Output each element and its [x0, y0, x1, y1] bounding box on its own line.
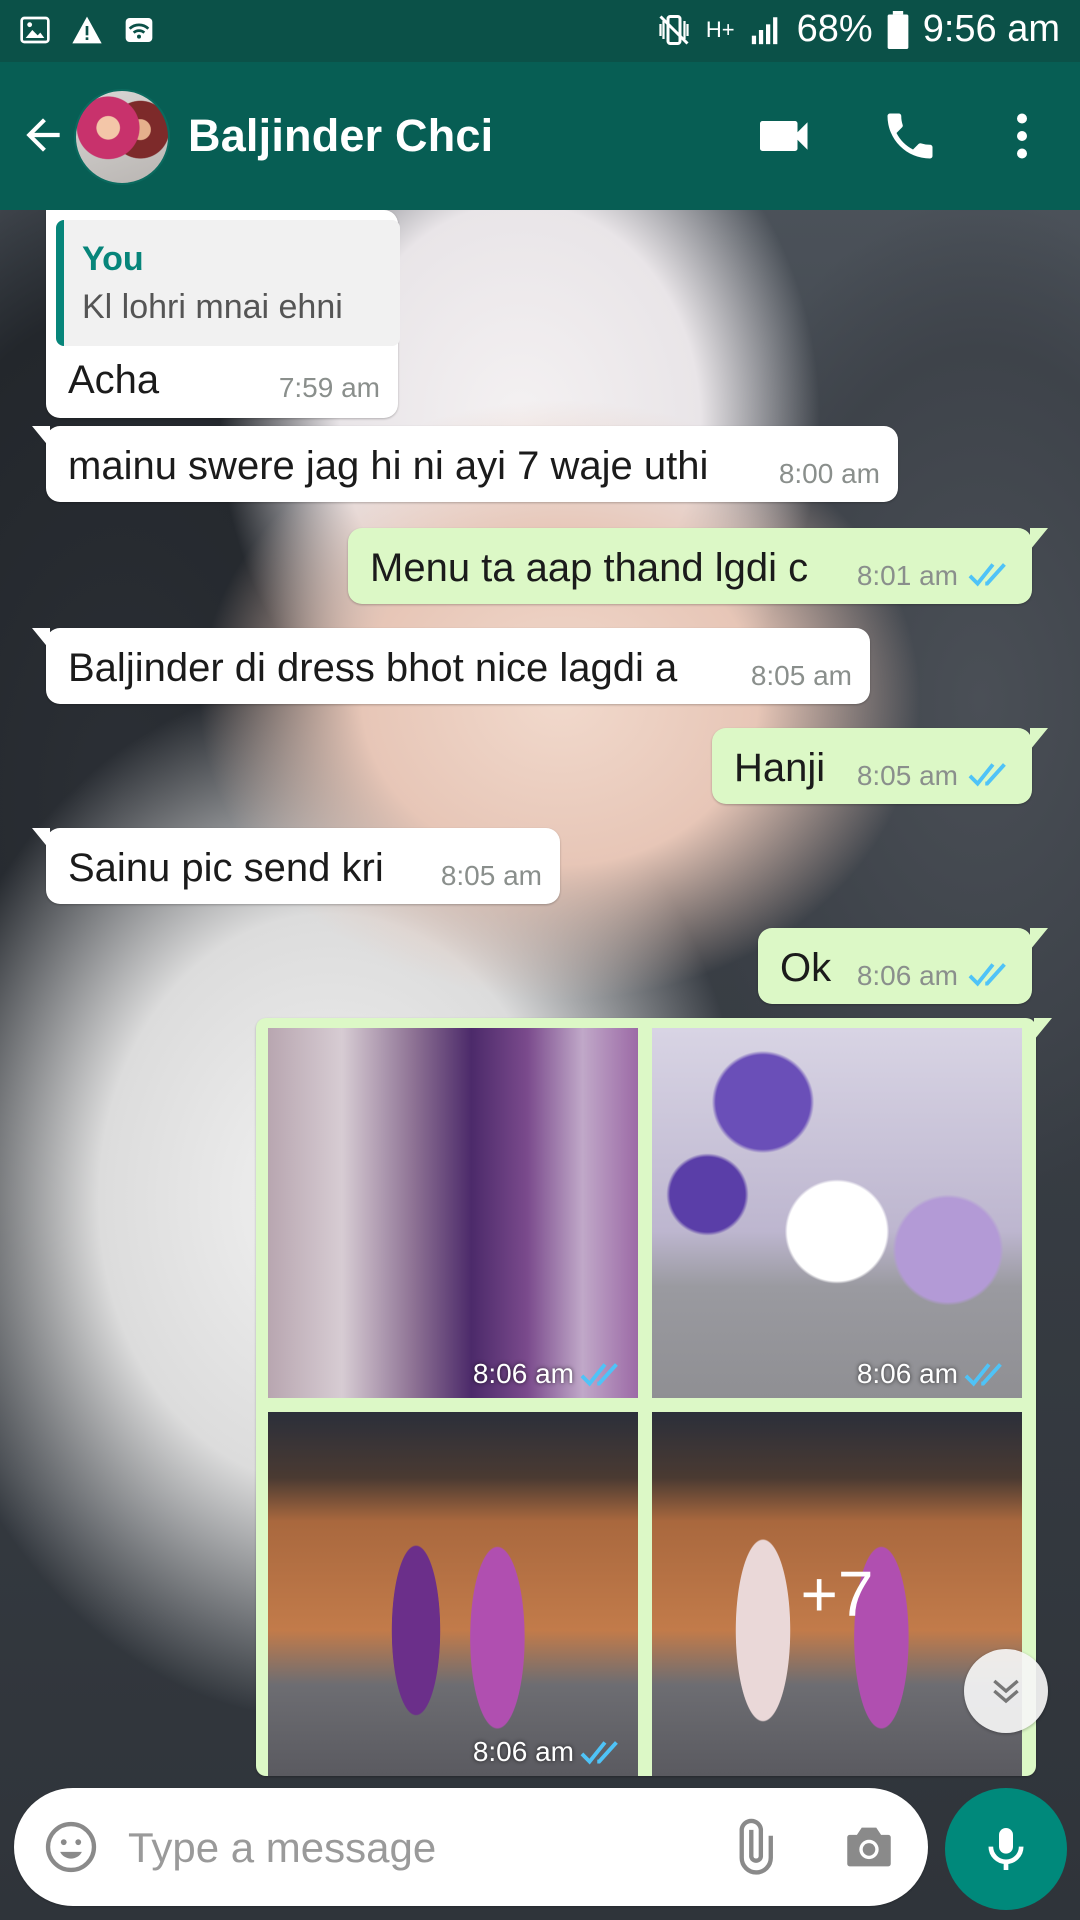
message-time: 8:06 am — [856, 960, 958, 991]
voice-message-button[interactable] — [945, 1788, 1067, 1910]
photo-time: 8:06 am — [472, 1358, 574, 1389]
quoted-text: Kl lohri mnai ehni — [82, 288, 343, 326]
message-time: 8:05 am — [440, 860, 542, 891]
chat-header: Baljinder Chci — [0, 62, 1080, 210]
read-receipt-icon — [964, 1363, 1002, 1387]
read-receipt-icon — [968, 963, 1006, 987]
bubble-tail — [1034, 1018, 1052, 1040]
camera-icon[interactable] — [840, 1818, 898, 1876]
voice-call-icon[interactable] — [880, 106, 940, 166]
message-text: Ok — [780, 946, 832, 990]
bubble-tail — [1030, 928, 1048, 950]
scroll-to-bottom-button[interactable] — [964, 1649, 1048, 1733]
message-incoming[interactable]: Baljinder di dress bhot nice lagdi a 8:0… — [32, 628, 870, 704]
quoted-sender: You — [82, 240, 144, 278]
clock: 9:56 am — [922, 8, 1060, 50]
battery-percent: 68% — [796, 8, 873, 50]
wifi-call-icon — [125, 18, 153, 42]
message-outgoing[interactable]: Hanji 8:05 am — [712, 728, 1048, 804]
album-photo[interactable]: 8:06 am — [268, 1028, 638, 1398]
battery-icon — [887, 10, 909, 49]
photo-album-message[interactable]: 8:06 am 8:06 am 8:06 am +7 — [256, 1018, 1052, 1776]
double-chevron-down-icon — [993, 1679, 1019, 1704]
signal-icon — [751, 16, 777, 44]
more-photos-count: +7 — [800, 1558, 874, 1630]
video-call-icon[interactable] — [755, 106, 815, 166]
message-text: Sainu pic send kri — [68, 846, 384, 890]
album-photo[interactable]: 8:06 am — [268, 1412, 638, 1776]
bubble-tail — [32, 628, 50, 650]
message-text: Menu ta aap thand lgdi c — [370, 546, 809, 590]
message-time: 8:01 am — [856, 560, 958, 591]
message-text: Baljinder di dress bhot nice lagdi a — [68, 646, 678, 690]
message-time: 7:59 am — [278, 372, 380, 403]
album-photo[interactable]: 8:06 am — [652, 1028, 1022, 1398]
message-incoming[interactable]: mainu swere jag hi ni ayi 7 waje uthi 8:… — [32, 426, 898, 502]
message-composer[interactable]: Type a message — [14, 1788, 928, 1906]
message-time: 8:05 am — [856, 760, 958, 791]
vibrate-mute-icon — [659, 14, 689, 45]
message-time: 8:05 am — [750, 660, 852, 691]
microphone-icon — [988, 1828, 1024, 1870]
message-outgoing[interactable]: Menu ta aap thand lgdi c 8:01 am — [348, 528, 1048, 604]
message-incoming[interactable]: You Kl lohri mnai ehni Acha 7:59 am — [46, 210, 400, 418]
network-type: H+ — [705, 16, 735, 42]
attach-icon[interactable] — [724, 1818, 782, 1876]
bubble-tail — [1030, 528, 1048, 550]
message-incoming[interactable]: Sainu pic send kri 8:05 am — [32, 828, 560, 904]
more-options-icon[interactable] — [992, 106, 1052, 166]
contact-name[interactable]: Baljinder Chci — [188, 110, 493, 162]
gallery-notification-icon — [20, 16, 50, 44]
status-bar: H+ 68% 9:56 am — [0, 0, 1080, 62]
read-receipt-icon — [968, 563, 1006, 587]
contact-avatar[interactable] — [74, 89, 170, 185]
bubble-tail — [1030, 728, 1048, 750]
read-receipt-icon — [968, 763, 1006, 787]
bubble-tail — [32, 828, 50, 850]
message-text: Acha — [68, 358, 160, 402]
back-arrow-icon[interactable] — [18, 110, 68, 160]
read-receipt-icon — [580, 1363, 618, 1387]
read-receipt-icon — [580, 1741, 618, 1765]
emoji-icon[interactable] — [42, 1818, 100, 1876]
message-input[interactable]: Type a message — [128, 1824, 436, 1872]
message-text: Hanji — [734, 746, 826, 790]
message-text: mainu swere jag hi ni ayi 7 waje uthi — [68, 444, 709, 488]
album-photo-more[interactable]: +7 — [652, 1412, 1022, 1776]
quoted-message[interactable]: You Kl lohri mnai ehni — [56, 220, 400, 346]
message-outgoing[interactable]: Ok 8:06 am — [758, 928, 1048, 1004]
photo-time: 8:06 am — [856, 1358, 958, 1389]
bubble-tail — [32, 426, 50, 448]
photo-time: 8:06 am — [472, 1736, 574, 1767]
warning-icon — [72, 16, 102, 44]
message-time: 8:00 am — [778, 458, 880, 489]
